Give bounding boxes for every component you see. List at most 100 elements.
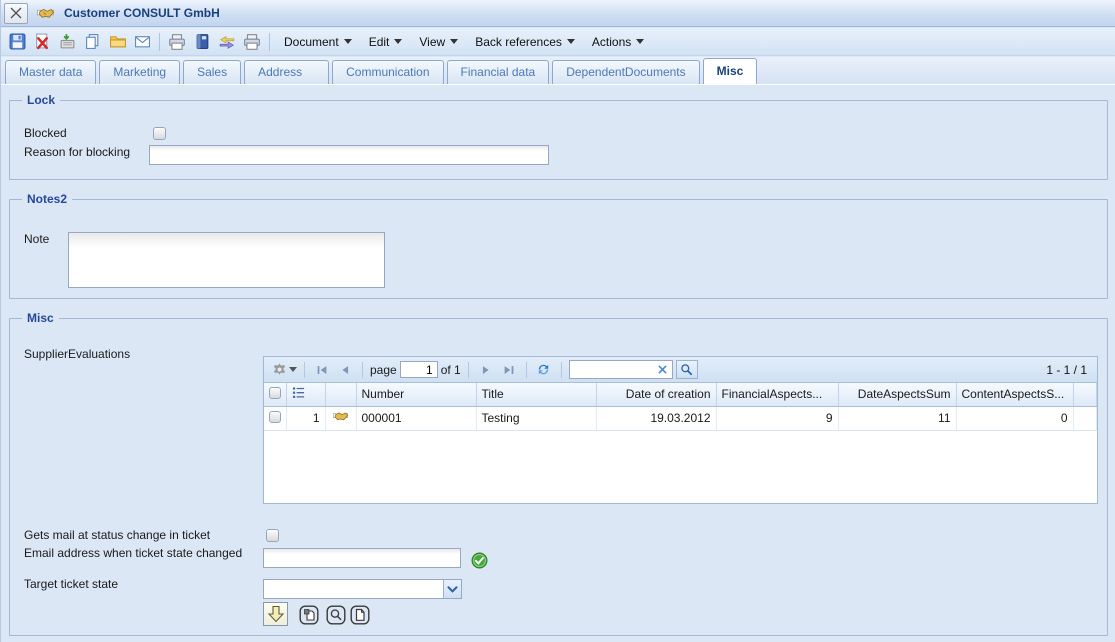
paste-reference-button[interactable] (298, 604, 319, 625)
application-window: Customer CONSULT GmbH (0, 0, 1115, 642)
paste-doc-icon (299, 605, 319, 625)
journal-icon[interactable] (191, 32, 213, 52)
menu-document[interactable]: Document (276, 31, 361, 53)
refresh-button[interactable] (534, 361, 554, 379)
last-page-icon (502, 363, 516, 377)
menu-view-label: View (419, 35, 445, 49)
arrow-down-icon (267, 605, 285, 623)
last-page-button[interactable] (499, 361, 519, 379)
tab-master-data[interactable]: Master data (5, 60, 96, 84)
menu-actions-label: Actions (592, 35, 631, 49)
pager-range-text: 1 - 1 / 1 (1046, 363, 1090, 377)
print-preview-icon[interactable] (241, 32, 263, 52)
menu-document-label: Document (284, 35, 339, 49)
pager-separator (362, 362, 363, 378)
email-address-input[interactable] (263, 548, 461, 568)
cell-date-of-creation: 19.03.2012 (596, 406, 716, 430)
import-icon[interactable] (56, 32, 78, 52)
grid-search-input[interactable] (570, 363, 654, 377)
valid-check-icon (471, 552, 488, 569)
new-document-button[interactable] (349, 604, 370, 625)
mail-icon[interactable] (131, 32, 153, 52)
supplier-evaluations-label: SupplierEvaluations (24, 347, 130, 361)
reason-for-blocking-input[interactable] (149, 145, 549, 165)
search-button[interactable] (676, 360, 698, 379)
chevron-down-icon (447, 585, 458, 594)
column-header-number[interactable]: Number (356, 383, 476, 406)
row-checkbox[interactable] (269, 411, 281, 423)
column-header-content-aspects[interactable]: ContentAspectsS... (956, 383, 1073, 406)
tab-communication[interactable]: Communication (332, 60, 443, 84)
new-doc-icon (350, 605, 370, 625)
chevron-down-icon (289, 367, 297, 372)
row-number-cell: 1 (286, 406, 325, 430)
search-icon (680, 363, 693, 376)
prev-page-button[interactable] (335, 361, 355, 379)
close-button[interactable] (4, 3, 28, 24)
row-number-header-cell[interactable] (286, 383, 325, 406)
column-header-title[interactable]: Title (476, 383, 596, 406)
copy-icon[interactable] (81, 32, 103, 52)
target-ticket-state-value (264, 580, 443, 598)
dropdown-button[interactable] (443, 580, 461, 598)
toolbar: Document Edit View Back references Actio… (1, 28, 1115, 56)
tab-address[interactable]: Address (244, 60, 329, 84)
select-all-checkbox[interactable] (269, 387, 281, 399)
table-row[interactable]: 1 000001 Testing 19.03.2012 9 11 0 (264, 406, 1097, 430)
page-of-label: of 1 (441, 363, 461, 377)
first-page-button[interactable] (312, 361, 332, 379)
grid-settings-button[interactable] (271, 361, 297, 379)
chevron-down-icon (394, 39, 402, 44)
tab-misc[interactable]: Misc (703, 58, 758, 84)
swap-arrows-icon[interactable] (216, 32, 238, 52)
tab-bar: Master data Marketing Sales Address Comm… (1, 57, 1115, 85)
take-over-button[interactable] (263, 602, 288, 626)
toolbar-separator (159, 33, 160, 51)
cell-content-aspects-sum: 0 (956, 406, 1073, 430)
misc-section: Misc SupplierEvaluations page of 1 (9, 311, 1108, 636)
search-reference-button[interactable] (325, 604, 346, 625)
blocked-checkbox[interactable] (153, 127, 166, 140)
search-icon (326, 605, 346, 625)
icon-header-cell (325, 383, 356, 406)
page-label: page (370, 363, 397, 377)
note-textarea[interactable] (68, 232, 385, 288)
menu-actions[interactable]: Actions (584, 31, 653, 53)
close-icon (9, 6, 23, 20)
menu-back-references-label: Back references (475, 35, 562, 49)
menu-view[interactable]: View (411, 31, 467, 53)
numbered-list-icon (292, 386, 305, 399)
tab-financial-data[interactable]: Financial data (447, 60, 550, 84)
supplier-evaluations-grid: page of 1 (263, 356, 1098, 504)
print-icon[interactable] (166, 32, 188, 52)
email-address-label: Email address when ticket state changed (24, 546, 242, 560)
row-icon-cell (325, 406, 356, 430)
tab-sales[interactable]: Sales (183, 60, 241, 84)
row-select-cell (264, 406, 286, 430)
target-ticket-state-select[interactable] (263, 579, 462, 599)
tab-marketing[interactable]: Marketing (99, 60, 180, 84)
menu-edit[interactable]: Edit (361, 31, 412, 53)
cell-number: 000001 (356, 406, 476, 430)
menu-back-references[interactable]: Back references (467, 31, 584, 53)
notes2-legend: Notes2 (22, 192, 72, 206)
refresh-icon (536, 362, 551, 377)
page-number-input[interactable] (400, 361, 438, 378)
chevron-down-icon (567, 39, 575, 44)
folder-icon[interactable] (106, 32, 128, 52)
pager-separator (561, 362, 562, 378)
save-icon[interactable] (6, 32, 28, 52)
pager-separator (468, 362, 469, 378)
tab-dependent-documents[interactable]: DependentDocuments (552, 60, 699, 84)
chevron-down-icon (450, 39, 458, 44)
column-header-financial-aspects[interactable]: FinancialAspects... (716, 383, 838, 406)
column-header-date-of-creation[interactable]: Date of creation (596, 383, 716, 406)
clear-search-button[interactable] (654, 364, 672, 375)
filler-cell (1073, 406, 1097, 430)
window-title: Customer CONSULT GmbH (64, 6, 220, 20)
delete-icon[interactable] (31, 32, 53, 52)
next-page-button[interactable] (476, 361, 496, 379)
gets-mail-checkbox[interactable] (266, 529, 279, 542)
menu-edit-label: Edit (369, 35, 390, 49)
column-header-date-aspects-sum[interactable]: DateAspectsSum (838, 383, 956, 406)
